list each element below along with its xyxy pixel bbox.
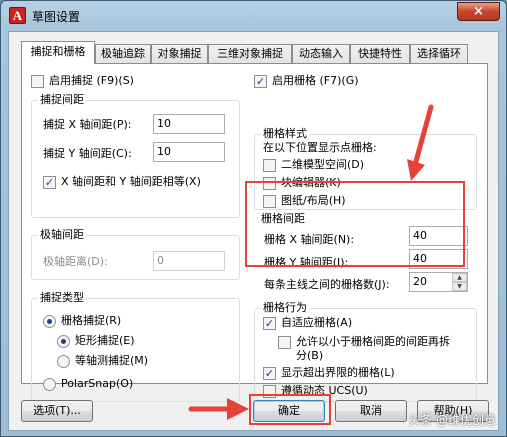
- polar-snap-label: PolarSnap(O): [61, 377, 134, 390]
- watermark: 头条 @维优创意: [408, 413, 496, 427]
- tab-3d-object-snap[interactable]: 三维对象捕捉: [208, 44, 292, 63]
- subdivide-label-line2: 分(B): [296, 349, 324, 362]
- model-space-label: 二维模型空间(D): [281, 158, 365, 171]
- spin-down-icon[interactable]: ▼: [452, 282, 467, 291]
- drafting-settings-dialog: A 草图设置 × 捕捉和栅格 极轴追踪 对象捕捉 三维对象捕捉 动态输入 快捷特…: [0, 0, 507, 437]
- beyond-limits-label: 显示超出界限的栅格(L): [281, 366, 395, 379]
- enable-snap-label: 启用捕捉 (F9)(S): [49, 74, 134, 87]
- red-arrow-down-icon: [407, 104, 434, 181]
- isometric-snap-radio[interactable]: [57, 355, 70, 368]
- adaptive-grid-checkbox[interactable]: ✓: [263, 317, 276, 330]
- adaptive-grid-label: 自适应栅格(A): [281, 316, 353, 329]
- snap-spacing-title: 捕捉间距: [38, 93, 86, 107]
- ok-button-highlight: [249, 394, 331, 425]
- tab-object-snap[interactable]: 对象捕捉: [151, 44, 208, 63]
- polar-snap-radio[interactable]: [43, 378, 56, 391]
- rectangular-snap-label: 矩形捕捉(E): [75, 334, 135, 347]
- tab-selection-cycling[interactable]: 选择循环: [410, 44, 468, 63]
- model-space-checkbox[interactable]: [263, 159, 276, 172]
- autocad-app-icon: A: [9, 7, 26, 24]
- equal-spacing-label: X 轴间距和 Y 轴间距相等(X): [61, 175, 201, 188]
- snap-y-label: 捕捉 Y 轴间距(C):: [43, 147, 132, 160]
- major-line-spinner[interactable]: ▲ ▼: [452, 273, 467, 291]
- snap-x-input[interactable]: 10: [153, 114, 225, 134]
- dialog-title: 草图设置: [32, 10, 81, 24]
- grid-style-caption: 在以下位置显示点栅格:: [263, 141, 377, 154]
- grid-snap-label: 栅格捕捉(R): [61, 314, 122, 327]
- enable-grid-checkbox[interactable]: ✓: [254, 75, 267, 88]
- title-bar[interactable]: A 草图设置 ×: [1, 1, 506, 31]
- equal-spacing-checkbox[interactable]: ✓: [43, 176, 56, 189]
- red-arrow-right-icon: [188, 398, 249, 420]
- subdivide-checkbox[interactable]: [278, 336, 291, 349]
- snap-type-title: 捕捉类型: [38, 291, 86, 305]
- rectangular-snap-radio[interactable]: [57, 335, 70, 348]
- grid-spacing-highlight: [245, 181, 465, 267]
- polar-distance-label: 极轴距离(D):: [43, 255, 108, 268]
- grid-behavior-title: 栅格行为: [261, 301, 309, 315]
- tab-polar-tracking[interactable]: 极轴追踪: [95, 44, 151, 63]
- beyond-limits-checkbox[interactable]: ✓: [263, 367, 276, 380]
- major-line-label: 每条主线之间的栅格数(J):: [264, 278, 390, 291]
- grid-snap-radio[interactable]: [43, 315, 56, 328]
- polar-distance-input[interactable]: 0: [153, 251, 225, 271]
- tab-snap-and-grid[interactable]: 捕捉和栅格: [21, 41, 95, 64]
- cancel-button[interactable]: 取消: [335, 400, 407, 422]
- snap-y-input[interactable]: 10: [153, 142, 225, 162]
- spin-up-icon[interactable]: ▲: [452, 273, 467, 282]
- subdivide-label-line1: 允许以小于栅格间距的间距再拆: [296, 335, 450, 348]
- enable-grid-label: 启用栅格 (F7)(G): [272, 74, 359, 87]
- close-button[interactable]: ×: [457, 2, 500, 21]
- options-button[interactable]: 选项(T)...: [21, 400, 93, 422]
- tab-quick-properties[interactable]: 快捷特性: [350, 44, 410, 63]
- snap-x-label: 捕捉 X 轴间距(P):: [43, 118, 132, 131]
- grid-style-title: 栅格样式: [261, 127, 309, 141]
- isometric-snap-label: 等轴测捕捉(M): [75, 354, 149, 367]
- tab-dynamic-input[interactable]: 动态输入: [292, 44, 350, 63]
- enable-snap-checkbox[interactable]: [31, 75, 44, 88]
- polar-spacing-title: 极轴间距: [38, 228, 86, 242]
